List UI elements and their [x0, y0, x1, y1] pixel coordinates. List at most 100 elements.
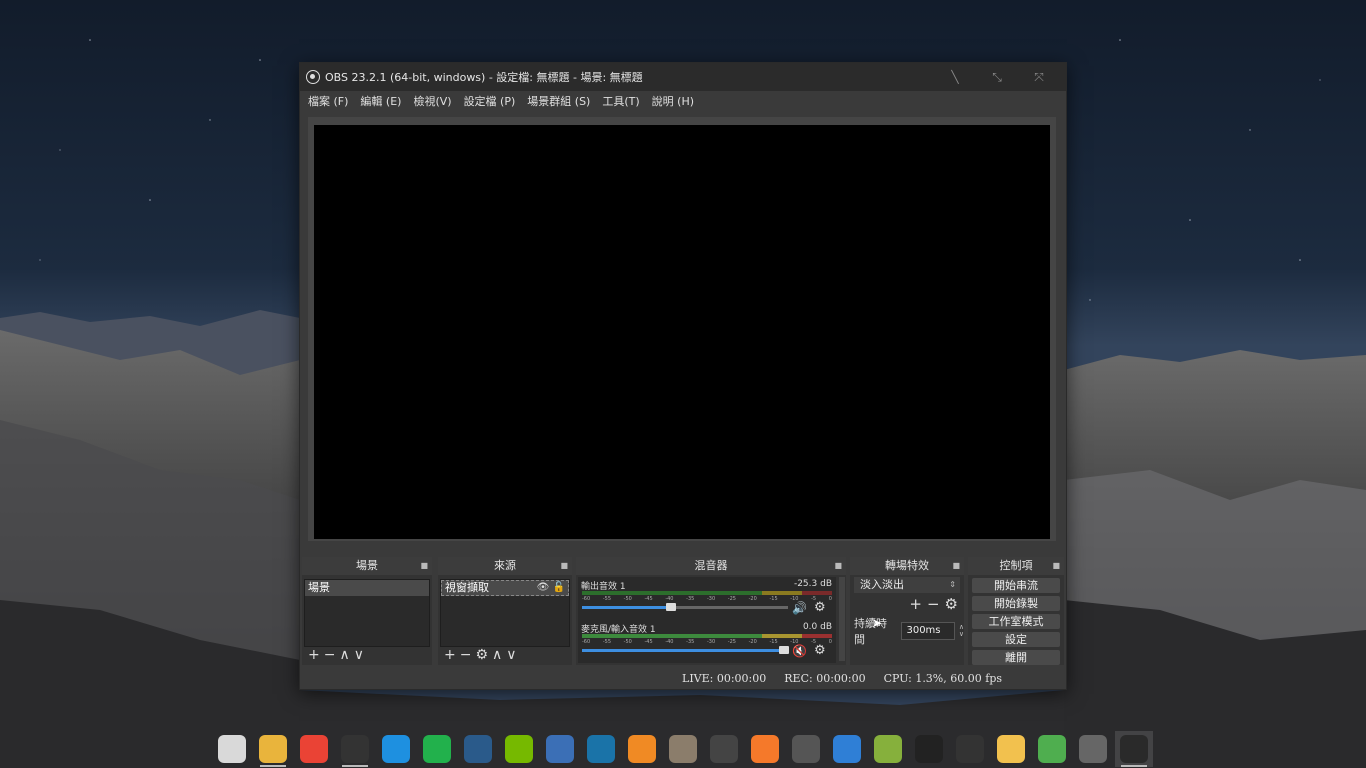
volume-meter — [582, 634, 832, 638]
menu-tools[interactable]: 工具(T) — [596, 93, 645, 109]
add-icon[interactable]: + — [308, 648, 320, 662]
mixer-title: 混音器 — [694, 559, 728, 572]
sources-list[interactable]: 視窗擷取 👁 🔓 — [440, 579, 570, 647]
taskbar-music-player[interactable] — [336, 731, 374, 767]
taskbar-gimp[interactable] — [664, 731, 702, 767]
mixer-tracks: 輸出音效 1 -25.3 dB -60 -55 -50 -45 -40 -35 -30 -25… — [578, 577, 836, 663]
volume-slider[interactable] — [582, 603, 788, 611]
taskbar-firefox-like[interactable] — [623, 731, 661, 767]
taskbar-notes[interactable] — [992, 731, 1030, 767]
float-dock-icon[interactable]: ■ — [560, 557, 568, 575]
gear-icon[interactable]: ⚙ — [814, 600, 826, 615]
float-dock-icon[interactable]: ■ — [834, 557, 842, 575]
taskbar-file-manager[interactable] — [254, 731, 292, 767]
gear-icon[interactable]: ⚙ — [475, 648, 488, 662]
move-up-icon[interactable]: ∧ — [339, 648, 349, 662]
game-app-icon — [874, 735, 902, 763]
float-dock-icon[interactable]: ■ — [952, 557, 960, 575]
meter-tick-label: -25 — [727, 596, 736, 602]
gear-icon[interactable]: ⚙ — [814, 643, 826, 658]
muted-speaker-icon[interactable]: 🔇 — [792, 644, 807, 658]
taskbar-editor-app[interactable] — [1074, 731, 1112, 767]
minimize-button[interactable]: ╲ — [934, 63, 976, 91]
meter-tick-label: -25 — [727, 639, 736, 645]
preview-canvas[interactable] — [314, 125, 1050, 539]
maximize-button[interactable]: ⤡ — [976, 63, 1018, 91]
obs-logo-icon — [306, 70, 320, 84]
menu-profile[interactable]: 設定檔 (P) — [458, 93, 522, 109]
meter-tick-label: -55 — [602, 596, 611, 602]
close-button[interactable]: ⤧ — [1018, 63, 1060, 91]
volume-slider[interactable] — [582, 646, 789, 654]
move-down-icon[interactable]: ∨ — [506, 648, 516, 662]
source-item[interactable]: 視窗擷取 👁 🔓 — [441, 580, 569, 596]
menu-help[interactable]: 說明 (H) — [646, 93, 700, 109]
float-dock-icon[interactable]: ■ — [420, 557, 428, 575]
scenes-list[interactable]: 場景 — [304, 579, 430, 647]
spin-arrows-icon[interactable]: ∧ ∨ — [959, 624, 964, 638]
eye-icon[interactable]: 👁 — [537, 582, 550, 593]
add-icon[interactable]: + — [909, 595, 922, 613]
taskbar-skype[interactable] — [377, 731, 415, 767]
menu-scene-collection[interactable]: 場景群組 (S) — [521, 93, 596, 109]
lock-icon[interactable]: 🔓 — [553, 582, 565, 593]
meter-tick-label: -15 — [769, 639, 778, 645]
obs-icon — [1120, 735, 1148, 763]
scenes-dock: 場景 ■ 場景 + − ∧ ∨ — [302, 557, 432, 665]
float-dock-icon[interactable]: ■ — [1052, 557, 1060, 575]
transition-select[interactable]: 淡入淡出 ⇕ — [854, 577, 960, 593]
line-icon — [423, 735, 451, 763]
remove-icon[interactable]: − — [927, 595, 940, 613]
taskbar-nvidia[interactable] — [500, 731, 538, 767]
duration-input[interactable]: 300ms — [901, 622, 955, 640]
taskbar-line[interactable] — [418, 731, 456, 767]
taskbar-audio-app[interactable] — [828, 731, 866, 767]
move-down-icon[interactable]: ∨ — [354, 648, 364, 662]
studio-mode-button[interactable]: 工作室模式 — [972, 614, 1060, 629]
taskbar-money-app[interactable] — [1033, 731, 1071, 767]
add-icon[interactable]: + — [444, 648, 456, 662]
exit-button[interactable]: 離開 — [972, 650, 1060, 665]
inkscape-icon — [710, 735, 738, 763]
audio-track: 麥克風/輸入音效 1 0.0 dB -60 -55 -50 -45 -40 -35 -30-… — [578, 620, 836, 663]
meter-tick-label: -35 — [686, 639, 695, 645]
menu-view[interactable]: 檢視(V) — [407, 93, 457, 109]
taskbar-inkscape[interactable] — [705, 731, 743, 767]
taskbar-chrome[interactable] — [295, 731, 333, 767]
scene-item[interactable]: 場景 — [305, 580, 429, 596]
move-up-icon[interactable]: ∧ — [492, 648, 502, 662]
taskbar-blender[interactable] — [746, 731, 784, 767]
volume-meter — [582, 591, 832, 595]
taskbar-layers-app[interactable] — [541, 731, 579, 767]
start-recording-button[interactable]: 開始錄製 — [972, 596, 1060, 611]
taskbar-piano[interactable] — [910, 731, 948, 767]
taskbar-steam[interactable] — [459, 731, 497, 767]
blender-icon — [751, 735, 779, 763]
menu-file[interactable]: 檔案 (F) — [302, 93, 354, 109]
taskbar-video-editor[interactable] — [787, 731, 825, 767]
taskbar-recycle-bin[interactable] — [213, 731, 251, 767]
firefox-like-icon — [628, 735, 656, 763]
meter-tick-label: -20 — [748, 596, 757, 602]
taskbar-obs[interactable] — [1115, 731, 1153, 767]
sources-title: 來源 — [494, 559, 516, 572]
taskbar-game-app[interactable] — [869, 731, 907, 767]
settings-button[interactable]: 設定 — [972, 632, 1060, 647]
meter-tick-label: -40 — [665, 596, 674, 602]
taskbar-calculator[interactable] — [951, 731, 989, 767]
title-bar[interactable]: OBS 23.2.1 (64-bit, windows) - 設定檔: 無標題 … — [300, 63, 1066, 91]
meter-tick-label: -60 — [582, 639, 591, 645]
remove-icon[interactable]: − — [460, 648, 472, 662]
taskbar-inkscape-drop[interactable] — [582, 731, 620, 767]
chrome-icon — [300, 735, 328, 763]
meter-tick-label: -30 — [706, 639, 716, 645]
start-streaming-button[interactable]: 開始串流 — [972, 578, 1060, 593]
remove-icon[interactable]: − — [324, 648, 336, 662]
speaker-icon[interactable]: 🔊 — [792, 601, 807, 615]
gear-icon[interactable]: ⚙ — [945, 595, 958, 613]
sources-dock: 來源 ■ 視窗擷取 👁 🔓 + − ⚙ ∧ ∨ — [438, 557, 572, 665]
piano-icon — [915, 735, 943, 763]
mixer-scrollbar[interactable] — [839, 577, 845, 661]
controls-title: 控制項 — [999, 559, 1033, 572]
menu-edit[interactable]: 編輯 (E) — [354, 93, 407, 109]
